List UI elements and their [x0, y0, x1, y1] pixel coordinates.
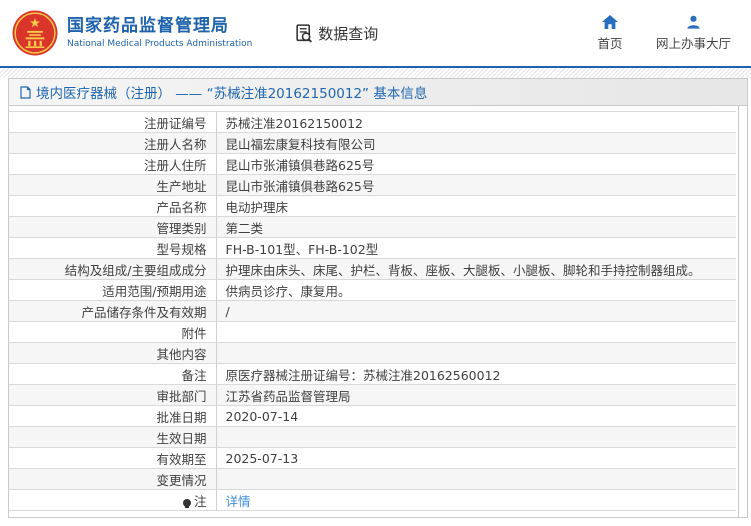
row-value: /: [216, 300, 736, 322]
row-value: [216, 321, 736, 343]
row-label: 其他内容: [9, 342, 217, 364]
top-nav: 首页 网上办事大厅: [590, 14, 741, 52]
row-label: 注册人名称: [9, 132, 217, 154]
brand-title: 国家药品监督管理局: [67, 16, 229, 37]
table-row: 注册人名称 昆山福宏康复科技有限公司: [9, 132, 736, 154]
detail-link[interactable]: 详情: [226, 494, 251, 509]
row-value: 第二类: [216, 216, 736, 238]
brand-block: 国家药品监督管理局 National Medical Products Admi…: [67, 16, 253, 49]
row-value: 详情: [216, 489, 736, 511]
table-row: 审批部门 江苏省药品监督管理局: [9, 384, 736, 406]
nav-item-label: 网上办事大厅: [655, 35, 731, 51]
row-value: 供病员诊疗、康复用。: [216, 279, 736, 301]
row-value: 2020-07-14: [216, 405, 736, 427]
hatched-strip: [0, 68, 751, 78]
row-label: 变更情况: [9, 468, 217, 490]
row-label: 审批部门: [9, 384, 217, 406]
row-label: 备注: [9, 363, 217, 385]
table-row: 结构及组成/主要组成成分 护理床由床头、床尾、护栏、背板、座板、大腿板、小腿板、脚…: [9, 258, 736, 280]
row-label: 适用范围/预期用途: [9, 279, 217, 301]
row-value: 电动护理床: [216, 195, 736, 217]
table-row: 产品储存条件及有效期 /: [9, 300, 736, 322]
table-row: 型号规格 FH-B-101型、FH-B-102型: [9, 237, 736, 259]
info-table: 注册证编号 苏械注准20162150012 注册人名称 昆山福宏康复科技有限公司 注册人…: [9, 111, 736, 511]
data-query-label: 数据查询: [318, 24, 379, 43]
page-title: 境内医疗器械（注册） —— “苏械注准20162150012” 基本信息: [36, 86, 428, 102]
title-bar: 境内医疗器械（注册） —— “苏械注准20162150012” 基本信息: [9, 79, 747, 106]
row-label: 生产地址: [9, 174, 217, 196]
table-row: 附件: [9, 321, 736, 343]
row-label: 注册人住所: [9, 153, 217, 175]
row-label: 有效期至: [9, 447, 217, 469]
table-area: 注册证编号 苏械注准20162150012 注册人名称 昆山福宏康复科技有限公司 注册人…: [9, 106, 738, 517]
data-query-icon: [296, 23, 313, 43]
row-label: 产品名称: [9, 195, 217, 217]
row-label: 型号规格: [9, 237, 217, 259]
brand-subtitle: National Medical Products Administration: [67, 38, 253, 49]
table-row: 备注 原医疗器械注册证编号：苏械注准20162560012: [9, 363, 736, 385]
row-value: [216, 468, 736, 490]
row-label: 生效日期: [9, 426, 217, 448]
table-row: 注册证编号 苏械注准20162150012: [9, 111, 736, 133]
nav-item-label: 首页: [597, 35, 623, 51]
table-row: 注册人住所 昆山市张浦镇俱巷路625号: [9, 153, 736, 175]
table-row: 注详情: [9, 489, 736, 511]
row-value: [216, 342, 736, 364]
row-label: 批准日期: [9, 405, 217, 427]
table-row: 有效期至 2025-07-13: [9, 447, 736, 469]
row-value: 原医疗器械注册证编号：苏械注准20162560012: [216, 363, 736, 385]
row-label: 产品储存条件及有效期: [9, 300, 217, 322]
row-label: 注册证编号: [9, 111, 217, 133]
nav-item-home[interactable]: 首页: [590, 14, 630, 52]
person-icon: [687, 15, 700, 29]
row-label: 结构及组成/主要组成成分: [9, 258, 217, 280]
scrollbar-track[interactable]: [738, 106, 747, 517]
row-label: 注: [9, 489, 217, 511]
home-icon: [601, 14, 618, 29]
table-row: 其他内容: [9, 342, 736, 364]
row-value: 昆山福宏康复科技有限公司: [216, 132, 736, 154]
table-row: 产品名称 电动护理床: [9, 195, 736, 217]
table-row: 批准日期 2020-07-14: [9, 405, 736, 427]
row-value: FH-B-101型、FH-B-102型: [216, 237, 736, 259]
row-value: 2025-07-13: [216, 447, 736, 469]
info-table-body: 注册证编号 苏械注准20162150012 注册人名称 昆山福宏康复科技有限公司 注册人…: [9, 111, 736, 511]
row-value: 江苏省药品监督管理局: [216, 384, 736, 406]
row-label: 管理类别: [9, 216, 217, 238]
row-value: 昆山市张浦镇俱巷路625号: [216, 174, 736, 196]
table-row: 生产地址 昆山市张浦镇俱巷路625号: [9, 174, 736, 196]
document-icon: [20, 85, 31, 99]
table-row: 管理类别 第二类: [9, 216, 736, 238]
row-value: 苏械注准20162150012: [225, 115, 363, 131]
row-value: 昆山市张浦镇俱巷路625号: [216, 153, 736, 175]
site-header: 国家药品监督管理局 National Medical Products Admi…: [0, 0, 751, 66]
table-row: 生效日期: [9, 426, 736, 448]
row-value: [216, 426, 736, 448]
nmpa-logo-link[interactable]: 国家药品监督管理局 National Medical Products Admi…: [12, 10, 252, 56]
table-row: 适用范围/预期用途 供病员诊疗、康复用。: [9, 279, 736, 301]
row-value: 护理床由床头、床尾、护栏、背板、座板、大腿板、小腿板、脚轮和手持控制器组成。: [216, 258, 736, 280]
content-container: 境内医疗器械（注册） —— “苏械注准20162150012” 基本信息 注册证…: [8, 78, 748, 518]
note-icon: [182, 498, 191, 508]
nav-item-service-hall[interactable]: 网上办事大厅: [656, 15, 731, 52]
row-label: 附件: [9, 321, 217, 343]
data-query-menu[interactable]: 数据查询: [294, 23, 378, 44]
table-row: 变更情况: [9, 468, 736, 490]
national-emblem-icon: [12, 10, 58, 56]
content-body: 注册证编号 苏械注准20162150012 注册人名称 昆山福宏康复科技有限公司 注册人…: [9, 106, 747, 517]
